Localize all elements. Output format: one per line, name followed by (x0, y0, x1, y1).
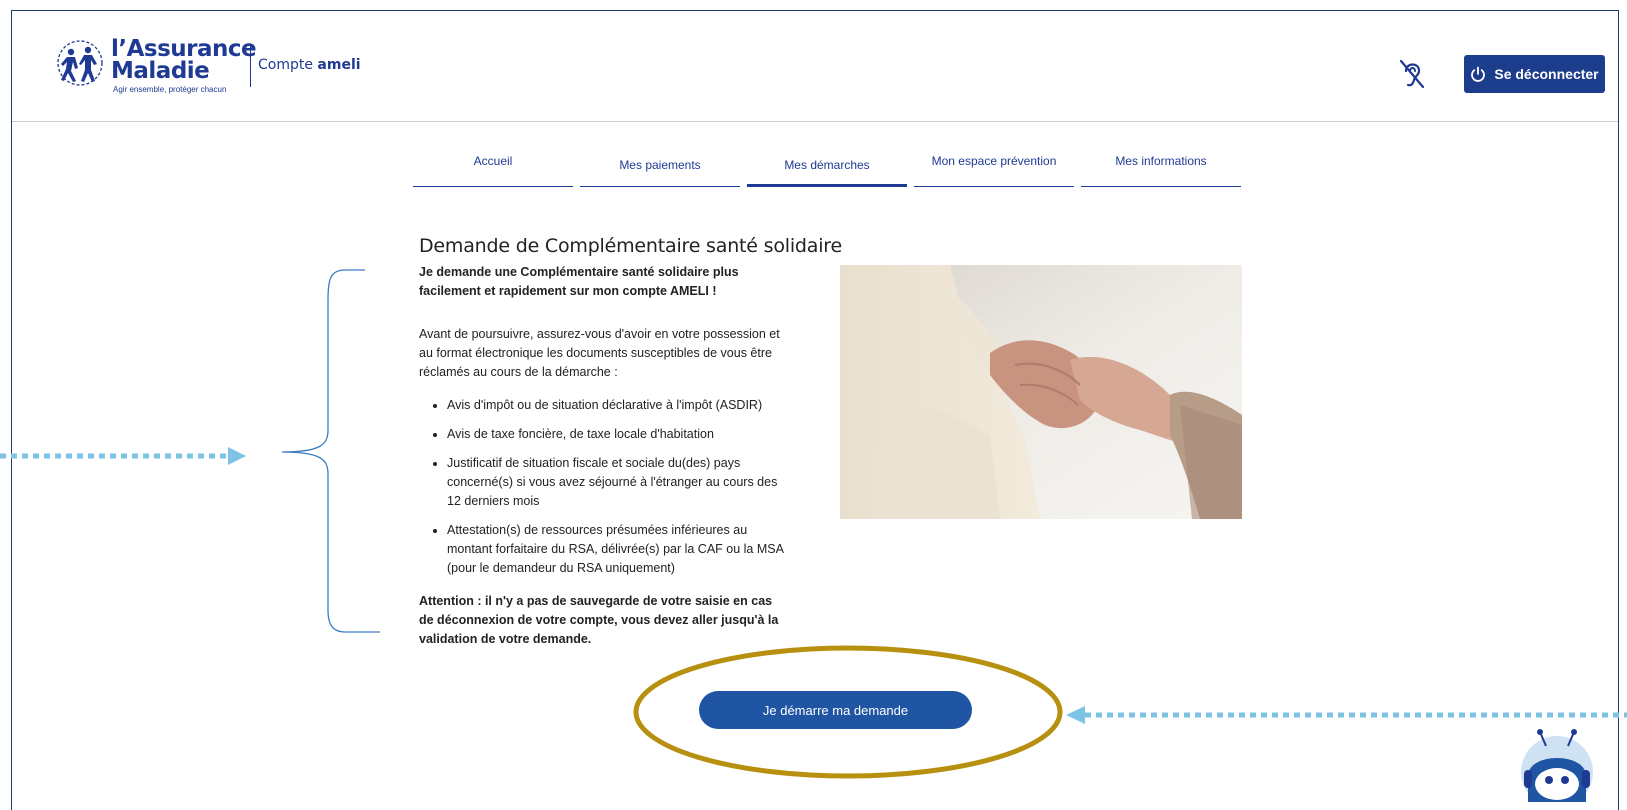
logout-button[interactable]: Se déconnecter (1464, 55, 1605, 93)
tab-label: Accueil (473, 154, 513, 168)
compte-prefix: Compte (258, 57, 313, 73)
tab-accueil[interactable]: Accueil (413, 135, 573, 187)
intro-text: Je demande une Complémentaire santé soli… (419, 265, 739, 298)
list-item: Avis de taxe foncière, de taxe locale d'… (447, 425, 786, 444)
page-title: Demande de Complémentaire santé solidair… (419, 234, 842, 257)
ear-slash-icon[interactable] (1397, 57, 1427, 91)
logo-line-2: Maladie (111, 58, 210, 84)
logo-tagline: Agir ensemble, protéger chacun (113, 85, 227, 94)
tab-mes-informations[interactable]: Mes informations (1081, 135, 1241, 187)
logout-label: Se déconnecter (1494, 66, 1599, 82)
request-instructions: Je demande une Complémentaire santé soli… (419, 263, 786, 663)
tab-mon-espace-prevention[interactable]: Mon espace prévention (914, 135, 1074, 187)
main-nav: Accueil Mes paiements Mes démarches Mon … (413, 135, 1248, 187)
chatbot-avatar-icon[interactable] (1518, 726, 1596, 802)
tab-label: Mes paiements (619, 158, 701, 172)
compte-brand: ameli (317, 57, 361, 73)
logo-separator (250, 45, 251, 87)
handshake-photo (840, 265, 1242, 519)
list-item: Attestation(s) de ressources présumées i… (447, 521, 786, 578)
list-item: Justificatif de situation fiscale et soc… (447, 454, 786, 511)
tab-mes-demarches[interactable]: Mes démarches (747, 135, 907, 187)
start-request-label: Je démarre ma demande (762, 702, 909, 718)
documents-list: Avis d'impôt ou de situation déclarative… (419, 396, 786, 578)
start-request-button[interactable]: Je démarre ma demande (699, 691, 972, 729)
tab-mes-paiements[interactable]: Mes paiements (580, 135, 740, 187)
window-frame (11, 10, 1619, 810)
assurance-maladie-logo-icon[interactable] (54, 37, 106, 89)
tab-label: Mes démarches (784, 158, 870, 172)
warning-text: Attention : il n'y a pas de sauvegarde d… (419, 594, 779, 646)
lead-text: Avant de poursuivre, assurez-vous d'avoi… (419, 327, 780, 379)
site-header: l’Assurance Maladie Agir ensemble, proté… (12, 11, 1618, 122)
tab-label: Mon espace prévention (931, 154, 1057, 168)
tab-label: Mes informations (1115, 154, 1207, 168)
power-icon (1471, 66, 1486, 82)
compte-ameli-label[interactable]: Compte ameli (258, 57, 361, 73)
list-item: Avis d'impôt ou de situation déclarative… (447, 396, 786, 415)
